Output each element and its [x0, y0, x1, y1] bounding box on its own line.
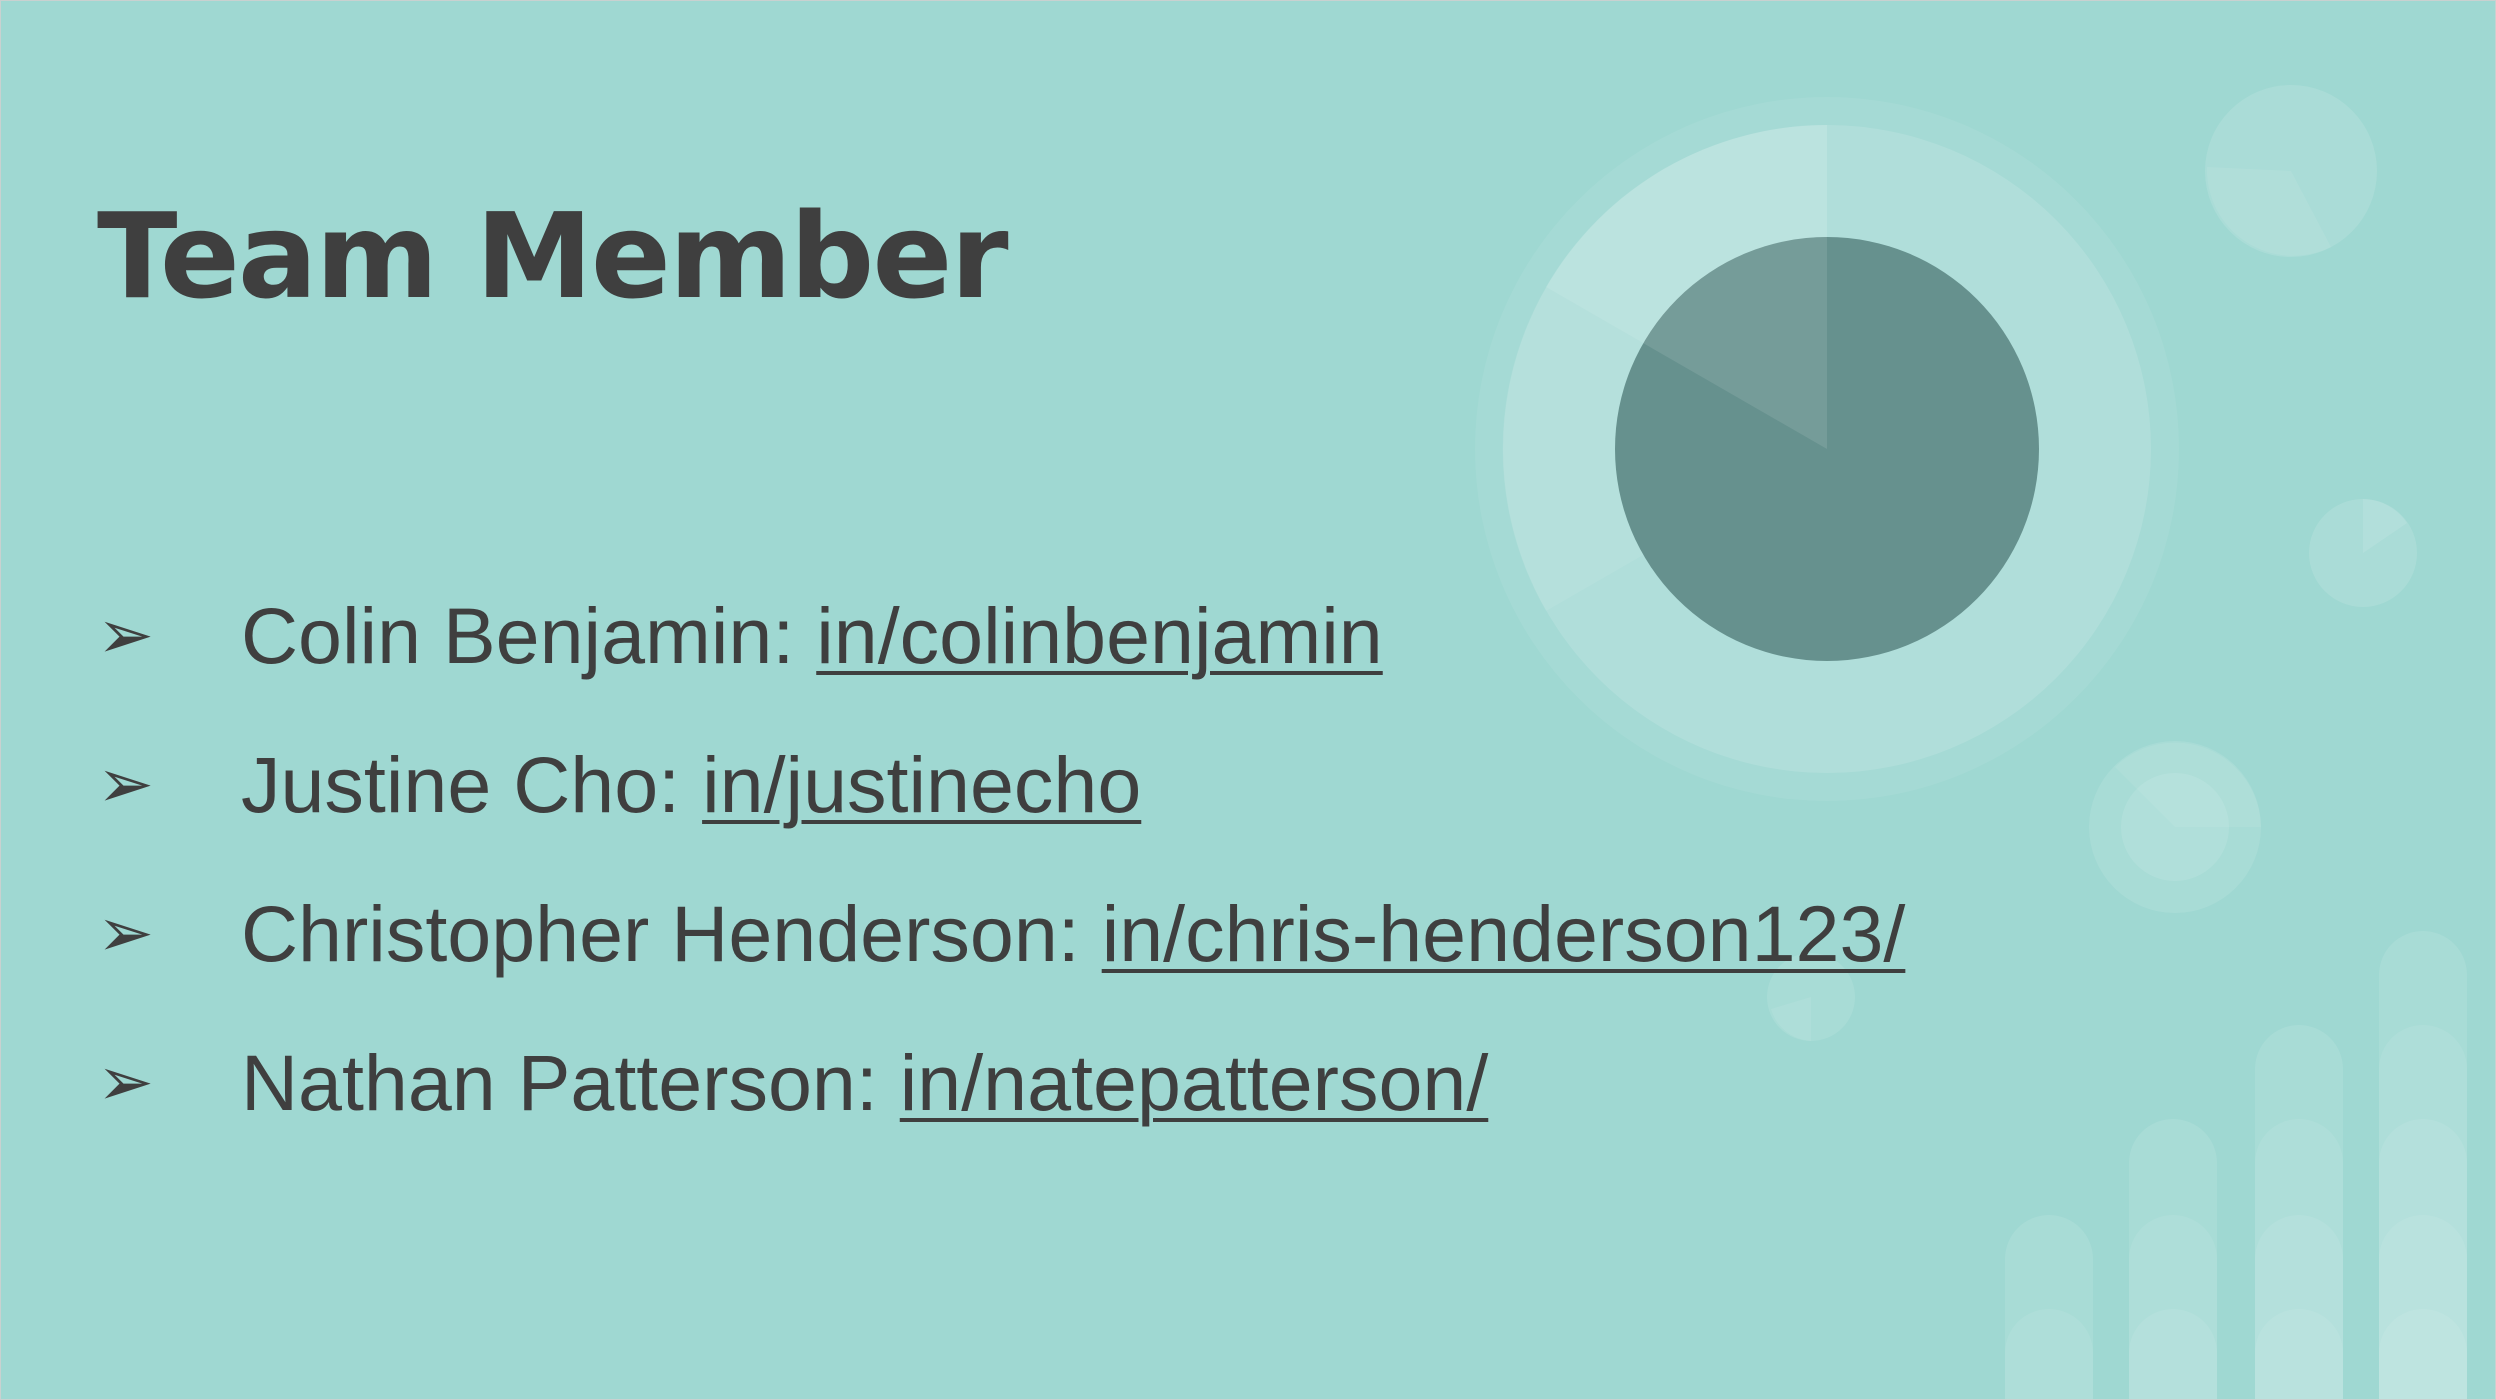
arrowhead-bullet-icon: ➢	[97, 595, 154, 675]
arrowhead-bullet-icon: ➢	[97, 893, 154, 973]
team-member-list: ➢ Colin Benjamin: in/colinbenjamin ➢ Jus…	[97, 561, 1905, 1157]
member-name: Justine Cho:	[241, 739, 681, 829]
list-item: ➢ Nathan Patterson: in/natepatterson/	[97, 1008, 1905, 1157]
slide: Team Member ➢ Colin Benjamin: in/colinbe…	[0, 0, 2496, 1400]
list-item: ➢ Colin Benjamin: in/colinbenjamin	[97, 561, 1905, 710]
list-item: ➢ Justine Cho: in/justinecho	[97, 710, 1905, 859]
member-name: Christopher Henderson:	[241, 888, 1080, 978]
linkedin-link[interactable]: in/justinecho	[702, 739, 1141, 831]
slide-title: Team Member	[97, 187, 1009, 325]
linkedin-link[interactable]: in/chris-henderson123/	[1102, 888, 1906, 980]
arrowhead-bullet-icon: ➢	[97, 1042, 154, 1122]
member-name: Colin Benjamin:	[241, 590, 795, 680]
list-item: ➢ Christopher Henderson: in/chris-hender…	[97, 859, 1905, 1008]
member-name: Nathan Patterson:	[241, 1037, 878, 1127]
linkedin-link[interactable]: in/natepatterson/	[900, 1037, 1489, 1129]
linkedin-link[interactable]: in/colinbenjamin	[816, 590, 1383, 682]
arrowhead-bullet-icon: ➢	[97, 744, 154, 824]
bar-column-graphic	[2005, 931, 2467, 1399]
